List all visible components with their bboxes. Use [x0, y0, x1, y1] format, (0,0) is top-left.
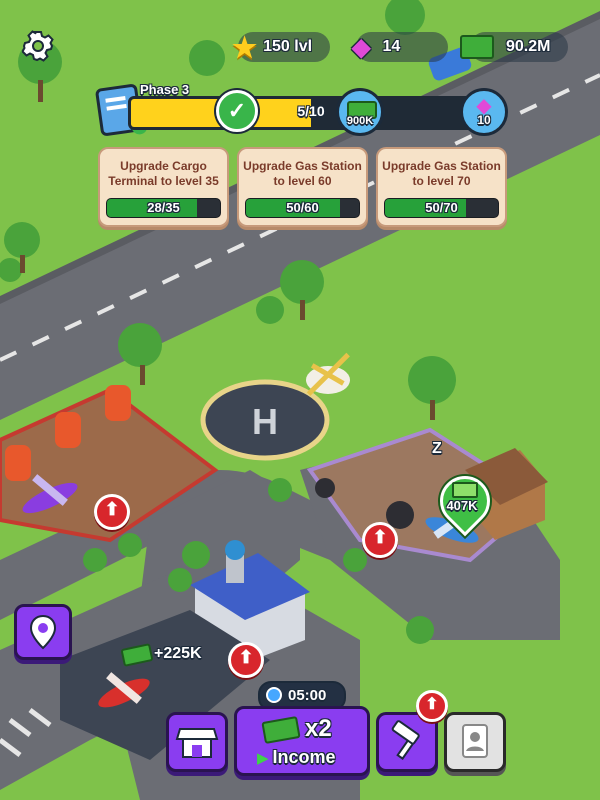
contact-card-icon — [462, 724, 488, 758]
terminal-income-text: +225K — [154, 645, 202, 662]
hangar-income-text: 407K — [446, 498, 478, 513]
managers-button[interactable] — [444, 712, 506, 772]
upgrade-pin-terminal[interactable]: ⬆ — [228, 642, 264, 678]
boost-multiplier-text: x2 — [305, 715, 332, 742]
phase-reward-gems-text: 10 — [477, 113, 491, 127]
gem-icon: ◆ — [352, 33, 371, 61]
shop-icon — [175, 728, 219, 758]
arrow-up-icon: ⬆ — [238, 647, 254, 667]
quest-card-gas-60[interactable]: Upgrade Gas Station to level 60 50/60 — [237, 147, 368, 227]
map-pin-icon — [29, 614, 57, 650]
hammer-icon — [391, 720, 420, 760]
quest-title: Upgrade Gas Station to level 70 — [382, 159, 501, 188]
gear-icon — [21, 30, 54, 62]
star-icon: ★ — [232, 31, 258, 63]
phase-milestone-check-icon: ✓ — [216, 90, 258, 132]
quest-progress-bar: 50/60 — [245, 198, 360, 218]
sleep-z-text: Z — [432, 440, 442, 457]
quest-title: Upgrade Cargo Terminal to level 35 — [108, 159, 219, 188]
phase-reward-cash-text: 900K — [346, 115, 374, 127]
upgrade-pin-hangar[interactable]: ⬆ — [362, 522, 398, 558]
quest-card-cargo[interactable]: Upgrade Cargo Terminal to level 35 28/35 — [98, 147, 229, 227]
arrow-up-icon: ⬆ — [425, 696, 439, 713]
phase-reward-gems[interactable]: ◆ 10 — [460, 88, 508, 136]
gems-counter: ◆ 14 — [352, 32, 448, 62]
quest-progress-bar: 50/70 — [384, 198, 499, 218]
phase-reward-cash[interactable]: 900K — [336, 88, 384, 136]
boost-timer-text: 05:00 — [288, 687, 327, 704]
income-label: Income — [272, 747, 336, 767]
income-boost-button[interactable]: x2 ▶ Income — [234, 706, 370, 776]
arrow-up-icon: ⬆ — [372, 527, 388, 547]
cash-icon — [460, 35, 494, 59]
cash-icon — [452, 482, 478, 498]
level-counter: ★ 150 lvl — [232, 32, 330, 63]
map-location-button[interactable] — [14, 604, 72, 660]
gems-text: 14 — [382, 38, 401, 55]
phase-label: Phase 3 — [140, 82, 190, 97]
cash-stack-icon — [261, 716, 301, 744]
quest-progress-text: 50/60 — [286, 200, 319, 215]
phase-progress-bar: 5/10 — [128, 96, 494, 130]
build-upgrade-badge: ⬆ — [416, 690, 448, 722]
level-text: 150 lvl — [263, 38, 313, 55]
quest-progress-text: 50/70 — [425, 200, 458, 215]
phase-progress-text: 5/10 — [297, 103, 325, 119]
cash-text: 90.2M — [506, 38, 551, 55]
arrow-up-icon: ⬆ — [104, 499, 120, 519]
play-icon: ▶ — [257, 749, 269, 767]
upgrade-pin-gas-station[interactable]: ⬆ — [94, 494, 130, 530]
quest-progress-bar: 28/35 — [106, 198, 221, 218]
settings-button[interactable] — [21, 30, 54, 62]
clock-icon — [266, 687, 282, 703]
svg-text:H: H — [252, 401, 278, 442]
shop-button[interactable] — [166, 712, 228, 772]
quest-card-gas-70[interactable]: Upgrade Gas Station to level 70 50/70 — [376, 147, 507, 227]
cash-counter: 90.2M — [460, 32, 568, 62]
quest-progress-text: 28/35 — [147, 200, 180, 215]
quest-title: Upgrade Gas Station to level 60 — [243, 159, 362, 188]
